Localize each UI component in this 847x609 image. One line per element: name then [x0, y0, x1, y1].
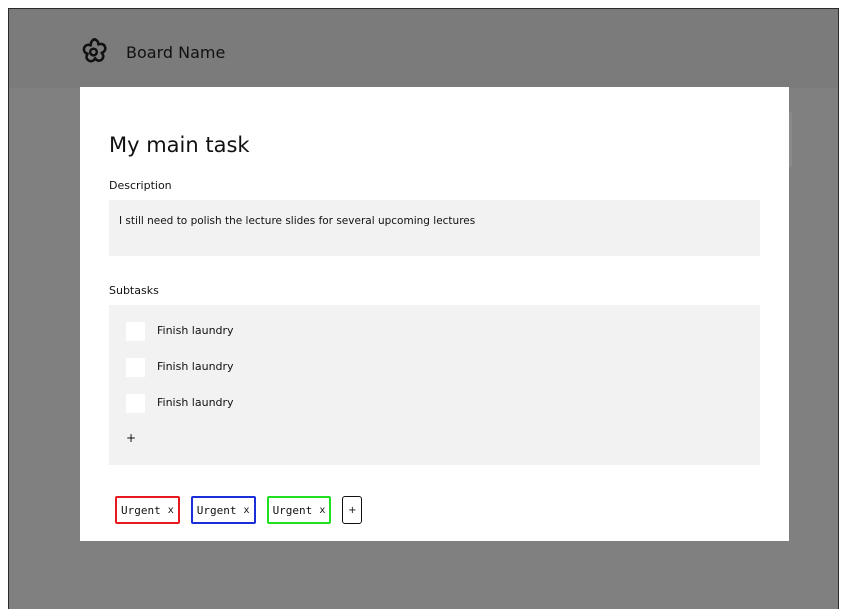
flower-icon[interactable] [76, 35, 111, 70]
subtask-item: Finish laundry [126, 393, 234, 413]
tag-remove-button[interactable]: x [168, 505, 174, 516]
tag-label: Urgent [121, 503, 161, 517]
add-subtask-button[interactable]: + [126, 431, 136, 445]
add-tag-button[interactable]: + [342, 496, 363, 524]
subtask-item: Finish laundry [126, 321, 234, 341]
tag-urgent-green[interactable]: Urgent x [266, 496, 332, 524]
description-label: Description [109, 179, 172, 192]
tag-remove-button[interactable]: x [319, 505, 325, 516]
app-header: Board Name [9, 9, 838, 88]
subtask-checkbox[interactable] [126, 321, 145, 341]
description-field[interactable]: I still need to polish the lecture slide… [109, 200, 760, 256]
tag-list: Urgent x Urgent x Urgent x + [115, 496, 363, 524]
subtask-label: Finish laundry [157, 324, 234, 337]
subtasks-label: Subtasks [109, 284, 159, 297]
tag-label: Urgent [196, 503, 237, 517]
subtask-checkbox[interactable] [126, 393, 145, 413]
board-name: Board Name [126, 43, 226, 62]
description-text: I still need to polish the lecture slide… [119, 215, 476, 227]
task-modal: My main task Description I still need to… [80, 87, 789, 541]
app-frame: Board Name My main task Description I st… [8, 8, 839, 609]
task-title[interactable]: My main task [109, 132, 250, 158]
subtasks-list: Finish laundry Finish laundry Finish lau… [109, 305, 760, 465]
tag-urgent-red[interactable]: Urgent x [115, 496, 180, 524]
tag-remove-button[interactable]: x [244, 505, 250, 516]
tag-urgent-blue[interactable]: Urgent x [190, 496, 256, 524]
subtask-checkbox[interactable] [126, 357, 145, 377]
subtask-label: Finish laundry [157, 396, 234, 409]
subtask-label: Finish laundry [157, 360, 234, 373]
subtask-item: Finish laundry [126, 357, 234, 377]
tag-label: Urgent [272, 503, 313, 517]
